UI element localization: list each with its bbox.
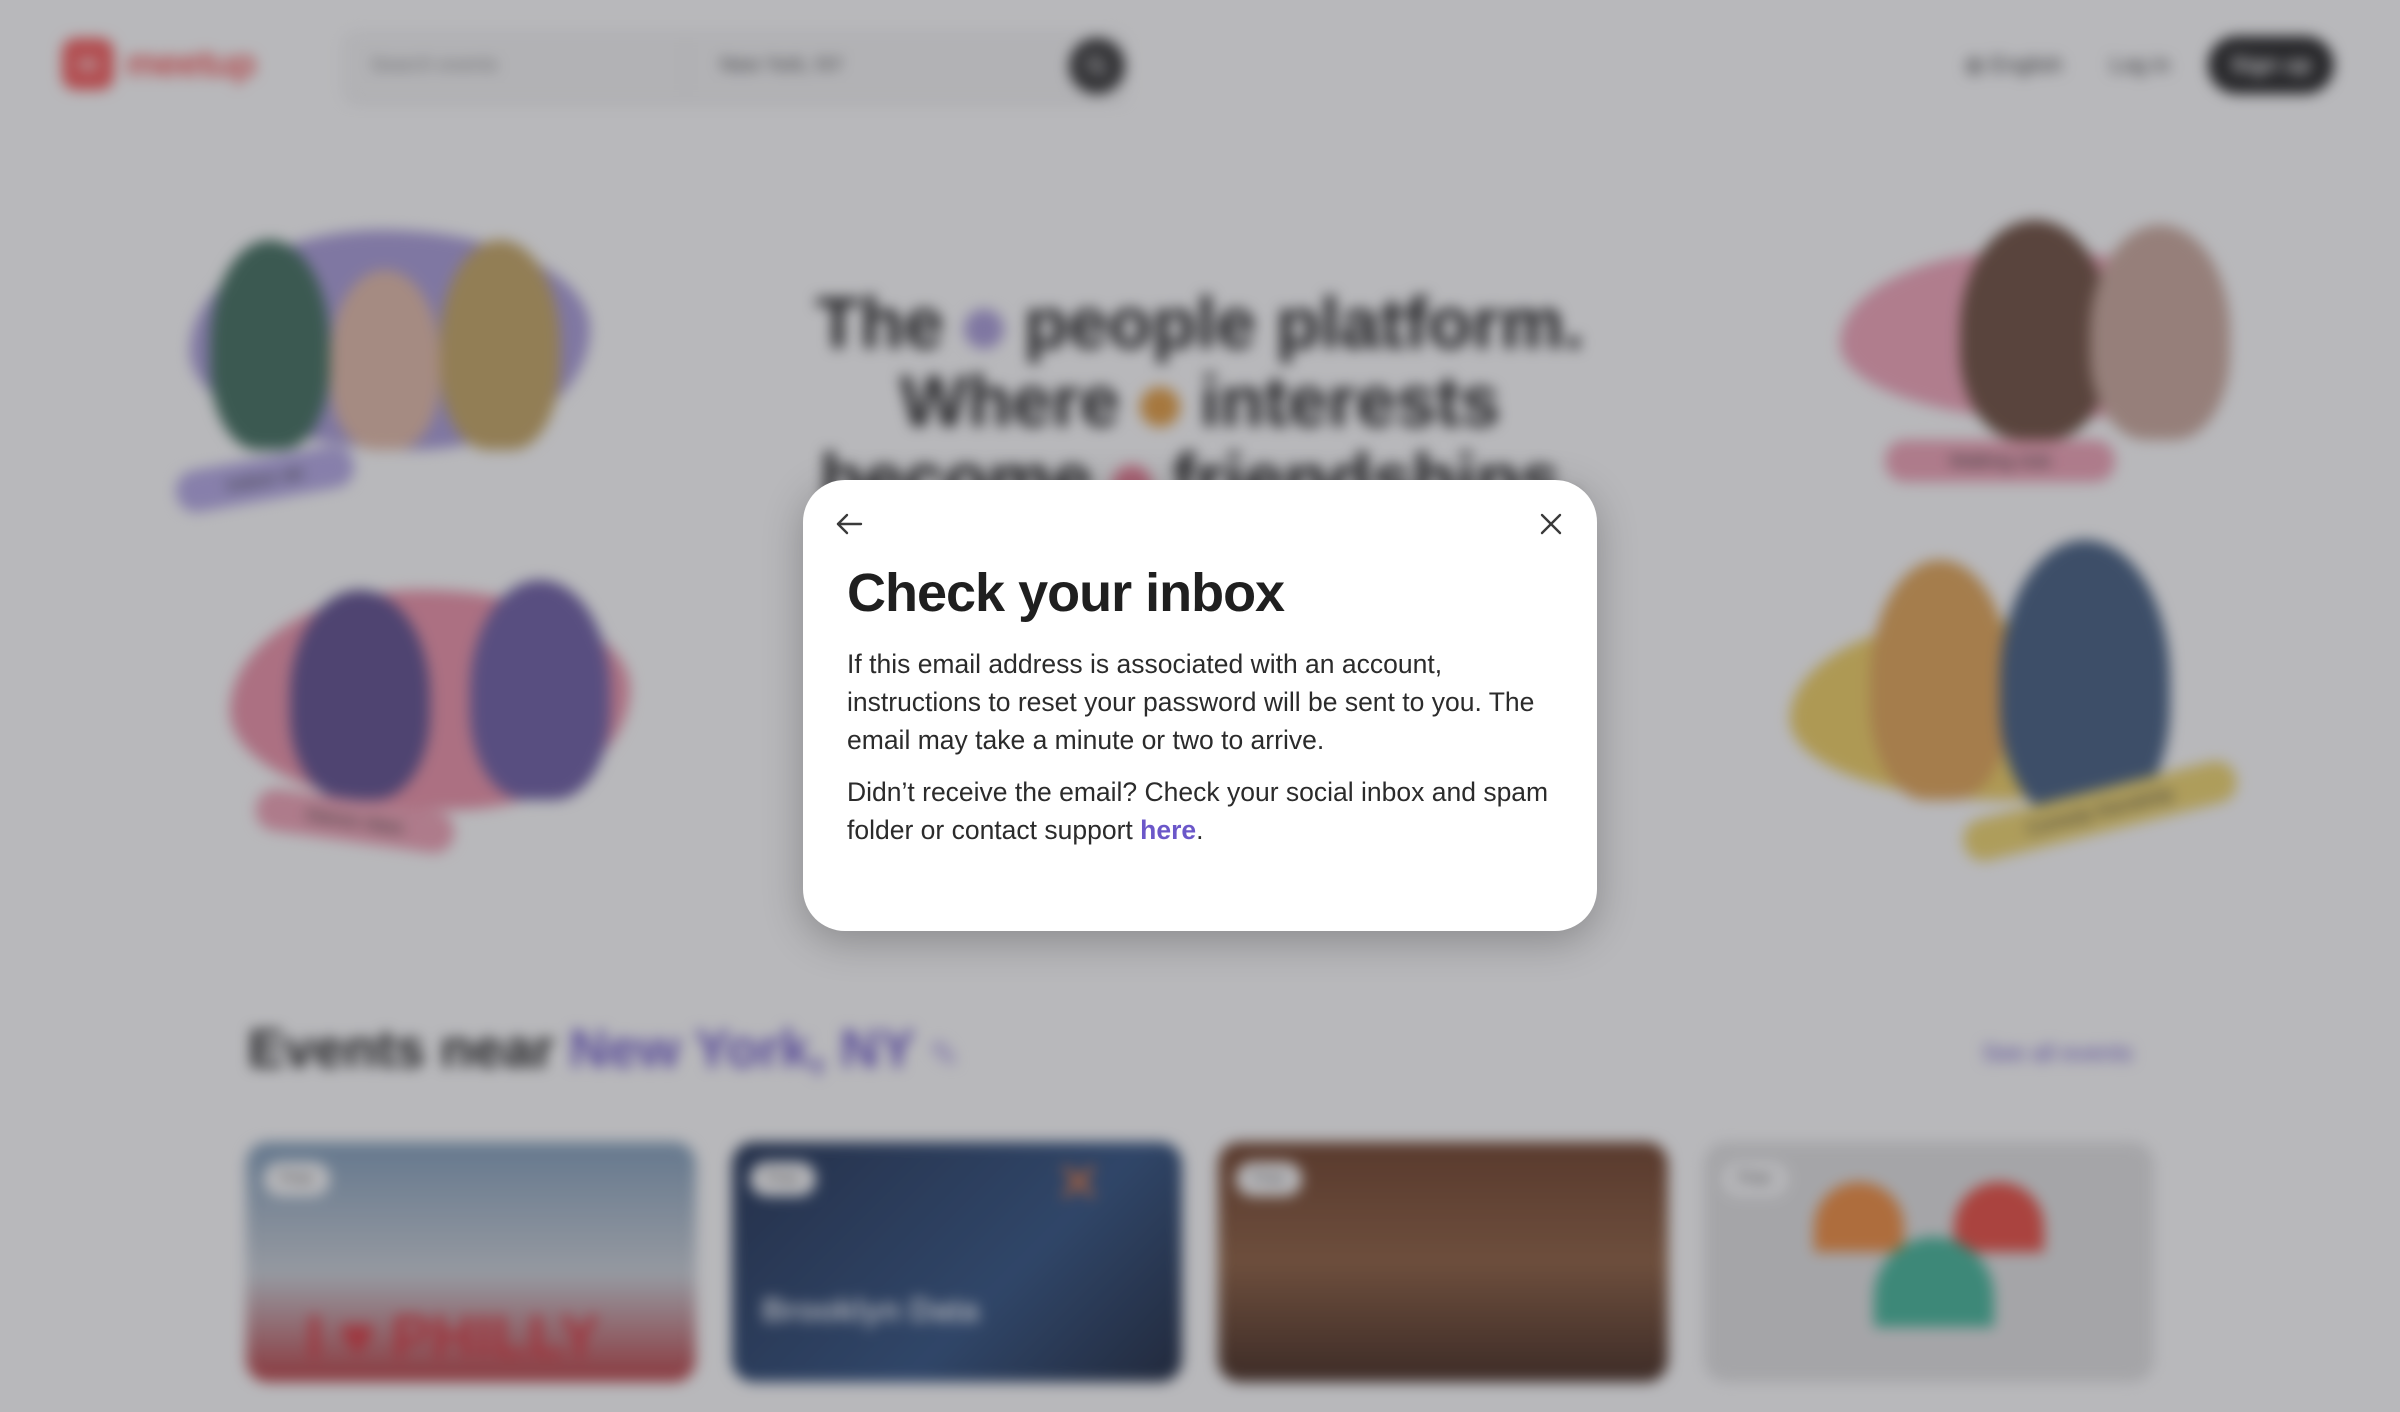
dialog-help-text: Didn’t receive the email? Check your soc… <box>847 773 1567 849</box>
back-button[interactable] <box>829 504 869 544</box>
help-text-end: . <box>1196 815 1204 845</box>
arrow-left-icon <box>836 513 863 535</box>
contact-support-link[interactable]: here <box>1140 815 1196 845</box>
close-button[interactable] <box>1531 504 1571 544</box>
dialog-title: Check your inbox <box>847 563 1285 623</box>
close-icon <box>1540 513 1562 535</box>
dialog-message: If this email address is associated with… <box>847 649 1535 755</box>
check-inbox-dialog: Check your inbox If this email address i… <box>803 480 1597 931</box>
